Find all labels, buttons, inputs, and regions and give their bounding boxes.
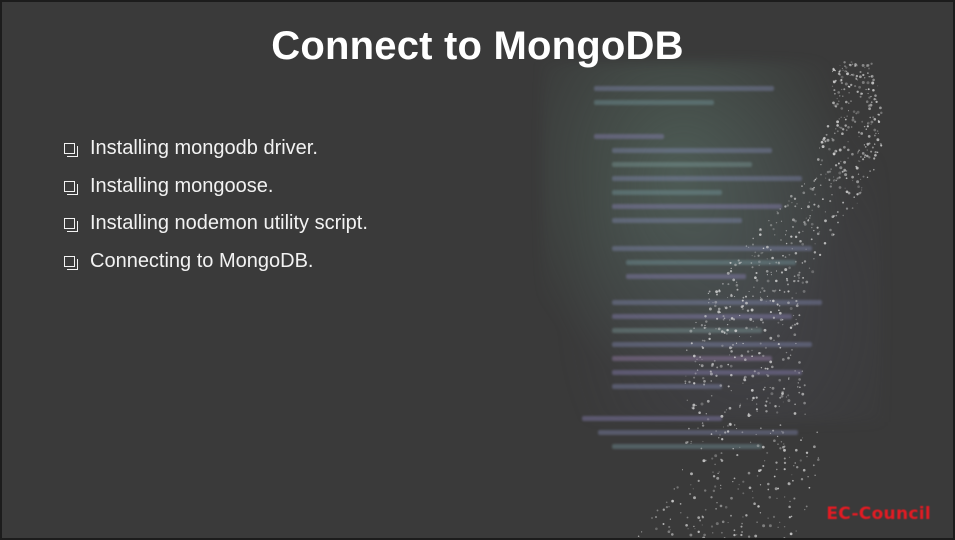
bullet-list: Installing mongodb driver. Installing mo…	[64, 130, 368, 280]
bullet-text: Installing nodemon utility script.	[90, 212, 368, 235]
bullet-item: Installing mongodb driver.	[64, 130, 368, 168]
bullet-text: Installing mongodb driver.	[90, 137, 318, 160]
square-checkbox-icon	[64, 218, 78, 233]
square-checkbox-icon	[64, 255, 78, 270]
bullet-text: Installing mongoose.	[90, 174, 274, 197]
slide-title: Connect to MongoDB	[271, 24, 684, 68]
bullet-item: Installing mongoose.	[64, 168, 368, 206]
square-checkbox-icon	[64, 180, 78, 195]
bullet-text: Connecting to MongoDB.	[90, 249, 314, 272]
bullet-item: Installing nodemon utility script.	[64, 205, 368, 243]
ec-council-logo: EC-Council	[826, 504, 931, 524]
background-code-art	[522, 2, 953, 538]
particle-wave-graphic	[637, 61, 883, 538]
bullet-item: Connecting to MongoDB.	[64, 243, 368, 281]
slide: Connect to MongoDB Installing mongodb dr…	[0, 0, 955, 540]
square-checkbox-icon	[64, 143, 78, 158]
